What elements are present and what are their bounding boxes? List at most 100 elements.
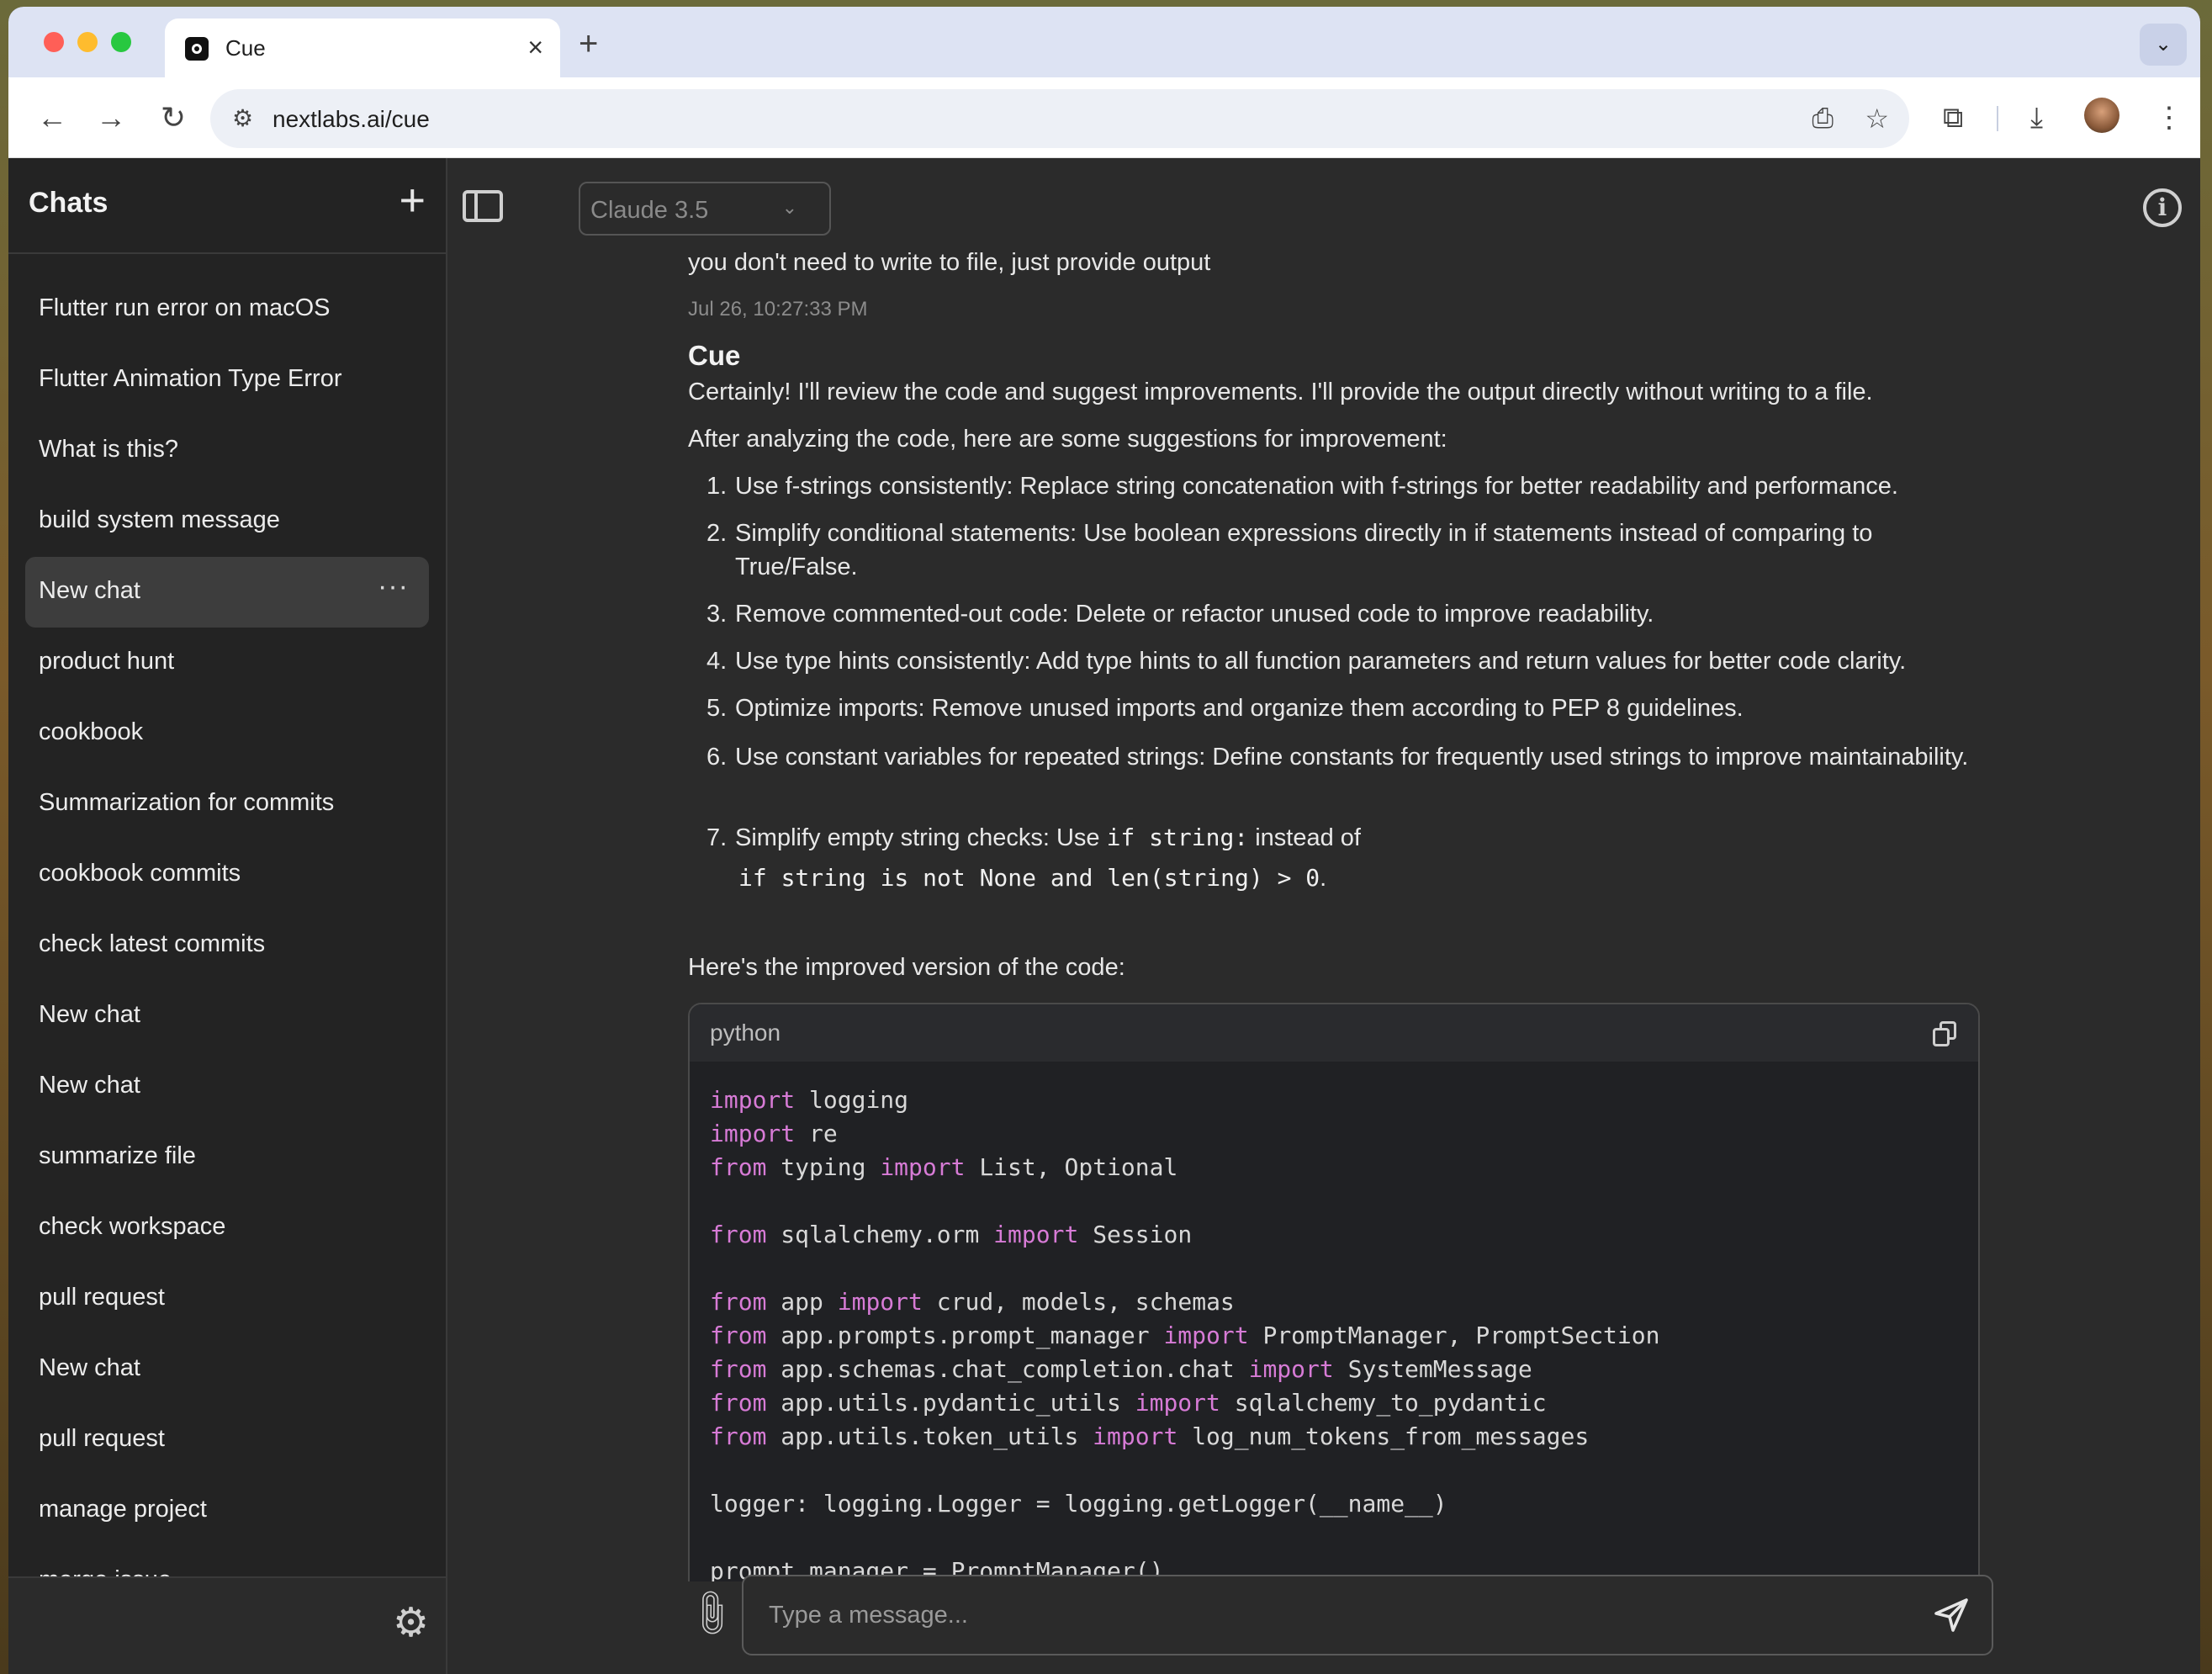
list-item: Optimize imports: Remove unused imports … [735,695,1744,722]
cue-favicon-icon [185,37,209,61]
code-block: python import logging import re from typin… [688,1003,1980,1581]
chat-list: Flutter run error on macOS Flutter Anima… [8,254,446,1576]
site-settings-icon[interactable]: ⚙ [232,104,253,132]
list-number: 2. [706,520,728,547]
code-line: logger: logging.Logger = logging.getLogg… [710,1490,1447,1518]
address-bar[interactable]: ⚙ nextlabs.ai/cue ⎙ ☆ [210,89,1909,148]
chat-list-item[interactable]: check latest commits [25,910,429,981]
sidebar-footer: ⚙ [8,1576,446,1674]
message-timestamp: Jul 26, 10:27:33 PM [688,298,868,320]
sidebar-toggle-icon[interactable] [463,190,503,222]
paperclip-attach-icon[interactable]: 📎︎ [681,1584,740,1643]
tab-search-dropdown-icon[interactable]: ⌄ [2140,24,2187,66]
chat-list-item[interactable]: Summarization for commits [25,769,429,840]
chat-list-item[interactable]: merge issue [25,1546,429,1576]
profile-avatar[interactable] [2084,98,2119,133]
download-icon[interactable]: ⤓ [2030,99,2043,136]
chat-title: cookbook commits [39,860,241,887]
browser-tab[interactable]: Cue × [165,19,560,77]
list-item: Use type hints consistently: Add type hi… [735,648,1907,675]
code-language: python [710,1020,781,1046]
list-item: Use f-strings consistently: Replace stri… [735,473,1898,500]
chat-title: manage project [39,1496,207,1523]
send-icon[interactable] [1931,1595,1971,1635]
chat-list-item[interactable]: New chat [25,1052,429,1122]
more-options-icon[interactable]: ··· [378,570,409,603]
chat-list-item[interactable]: pull request [25,1263,429,1334]
settings-gear-icon[interactable]: ⚙ [393,1600,429,1647]
inline-code: if string is not None and len(string) > … [738,864,1320,892]
list-item: Remove commented-out code: Delete or ref… [735,601,1654,628]
chat-list-item[interactable]: New chat [25,981,429,1052]
message-input[interactable] [742,1575,1993,1655]
sidebar-header: Chats + [8,158,446,254]
chat-list-item[interactable]: pull request [25,1405,429,1475]
chat-list-item-active[interactable]: New chat ··· [25,557,429,628]
back-arrow-icon[interactable]: ← [34,99,71,136]
new-tab-button[interactable]: + [579,27,598,61]
user-message: you don't need to write to file, just pr… [688,249,1211,276]
reload-icon[interactable]: ↻ [155,99,192,136]
chat-list-item[interactable]: build system message [25,486,429,557]
list-item: Simplify empty string checks: Use if str… [735,821,1983,855]
list-number: 4. [706,648,728,675]
chat-main: Claude 3.5 ⌄ i you don't need to write t… [449,158,2200,1674]
chat-list-item[interactable]: check workspace [25,1193,429,1263]
chat-sidebar: Chats + Flutter run error on macOS Flutt… [8,158,447,1674]
tab-close-icon[interactable]: × [527,30,543,64]
chat-title: What is this? [39,436,178,463]
new-chat-plus-icon[interactable]: + [399,175,426,225]
url-text[interactable]: nextlabs.ai/cue [273,106,430,133]
close-window-button[interactable] [44,32,64,52]
model-selector[interactable]: Claude 3.5 ⌄ [579,182,831,236]
browser-menu-icon[interactable]: ⋮ [2155,99,2183,136]
forward-arrow-icon[interactable]: → [93,99,130,136]
chat-title: pull request [39,1284,165,1311]
copy-icon[interactable] [1933,1021,1956,1046]
chat-list-item[interactable]: summarize file [25,1122,429,1193]
list-number: 3. [706,601,728,628]
chat-title: check workspace [39,1213,226,1240]
improved-code-intro: Here's the improved version of the code: [688,954,1125,981]
list-item: Use constant variables for repeated stri… [735,744,1969,771]
chat-title: check latest commits [39,930,266,957]
chat-list-item[interactable]: cookbook commits [25,840,429,910]
analysis-intro: After analyzing the code, here are some … [688,426,1447,453]
cue-app: Chats + Flutter run error on macOS Flutt… [8,158,2200,1674]
bookmark-star-icon[interactable]: ☆ [1865,103,1889,135]
chat-title: merge issue [39,1566,172,1576]
chat-list-item[interactable]: Flutter run error on macOS [25,274,429,345]
chat-list-item[interactable]: What is this? [25,416,429,486]
chat-title: pull request [39,1425,165,1452]
chat-list-item[interactable]: Flutter Animation Type Error [25,345,429,416]
tab-strip: Cue × + ⌄ [8,7,2200,77]
chat-title: build system message [39,506,280,533]
install-app-icon[interactable]: ⎙ [1812,103,1834,135]
chat-list-item[interactable]: New chat [25,1334,429,1405]
code-line: import logging [710,1086,909,1114]
code-line: from sqlalchemy.orm import Session [710,1221,1193,1248]
code-line: from app.prompts.prompt_manager import P… [710,1322,1660,1349]
code-line: import re [710,1120,838,1147]
code-line: from typing import List, Optional [710,1153,1178,1181]
code-line: from app.utils.pydantic_utils import sql… [710,1389,1547,1417]
list-number: 6. [706,744,728,771]
chat-list-item[interactable]: cookbook [25,698,429,769]
tab-title: Cue [225,35,266,61]
assistant-intro: Certainly! I'll review the code and sugg… [688,379,1873,405]
list-item: Simplify conditional statements: Use boo… [735,520,1873,580]
chat-list-item[interactable]: product hunt [25,628,429,698]
browser-window: Cue × + ⌄ ← → ↻ ⚙ nextlabs.ai/cue ⎙ ☆ ⧉ … [8,7,2200,1674]
chat-list-item[interactable]: manage project [25,1475,429,1546]
message-thread: you don't need to write to file, just pr… [688,249,1983,1581]
minimize-window-button[interactable] [77,32,98,52]
maximize-window-button[interactable] [111,32,131,52]
chat-title: New chat [39,577,140,604]
code-line: from app.utils.token_utils import log_nu… [710,1422,1590,1450]
list-item-continuation: if string is not None and len(string) > … [738,861,1983,895]
extensions-puzzle-icon[interactable]: ⧉ [1943,99,1963,136]
browser-toolbar: ← → ↻ ⚙ nextlabs.ai/cue ⎙ ☆ ⧉ ⤓ ⋮ [8,77,2200,158]
info-icon[interactable]: i [2143,188,2182,227]
